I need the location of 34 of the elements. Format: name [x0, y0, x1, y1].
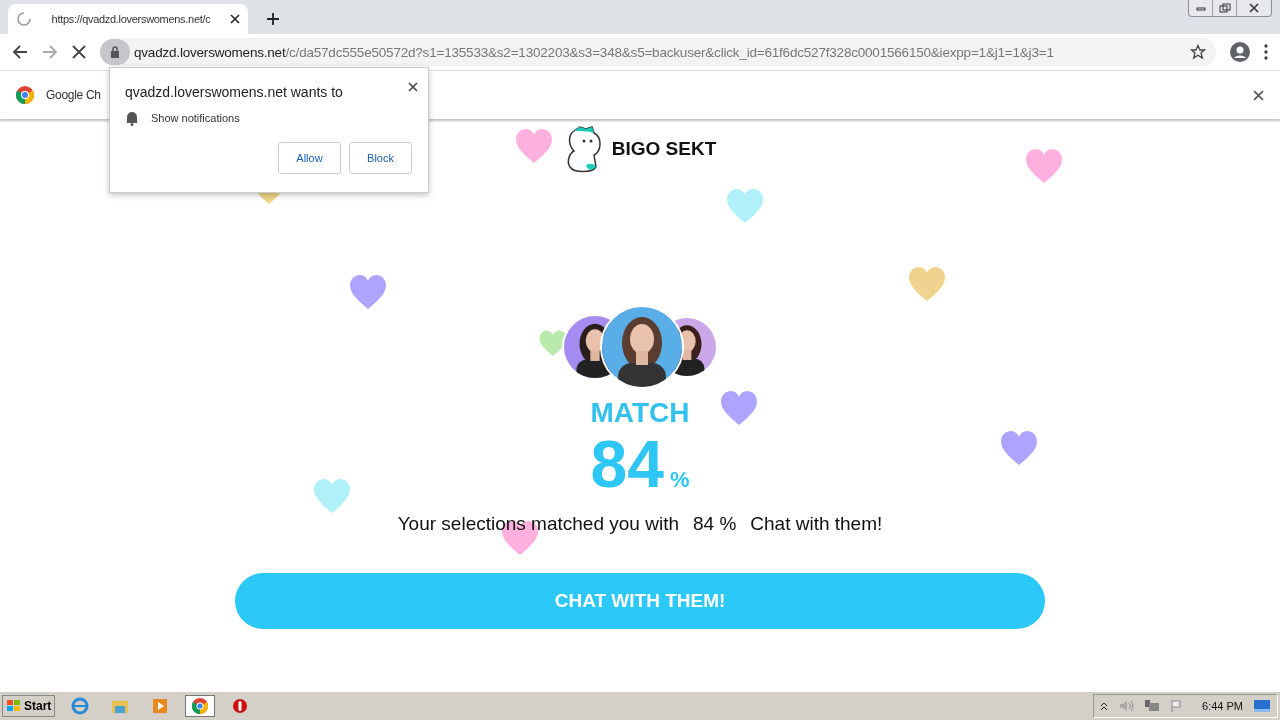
account-icon[interactable]	[1230, 42, 1250, 62]
brand-name: BIGO SEKT	[611, 138, 717, 160]
popup-title: qvadzd.loverswomens.net wants to	[125, 84, 344, 100]
clock: 6:44 PM	[1202, 700, 1243, 712]
percent-sign: %	[669, 467, 690, 493]
chrome-logo-icon	[16, 86, 34, 104]
desktop-icon[interactable]	[1253, 699, 1271, 713]
infobar-text: Google Ch	[46, 88, 101, 102]
new-tab-icon[interactable]	[266, 12, 280, 26]
bell-icon	[125, 110, 139, 126]
tab-title: https://qvadzd.loverswomens.net/c	[51, 13, 211, 25]
match-percent: 84	[590, 429, 664, 499]
browser-tab[interactable]: https://qvadzd.loverswomens.net/c	[8, 4, 248, 34]
block-button[interactable]: Block	[349, 142, 412, 174]
stop-icon[interactable]	[72, 45, 86, 59]
close-icon[interactable]	[230, 14, 240, 24]
lock-icon[interactable]	[100, 39, 130, 65]
url-text: qvadzd.loverswomens.net/c/da57dc555e50572d?s1=135533&s2=1302203&s3=348&s5=backuser&click_id=61f6dc527f328c0001566150&iexpp=1&j1=1&j3=1	[134, 44, 1055, 60]
chrome-taskbar-icon[interactable]	[185, 695, 216, 717]
address-bar[interactable]: qvadzd.loverswomens.net/c/da57dc555e50572d?s1=135533&s2=1302203&s3=348&s5=backuser&click_id=61f6dc527f328c0001566150&iexpp=1&j1=1&j3=1	[100, 38, 1216, 66]
permission-request: Show notifications	[151, 112, 240, 124]
match-sentence: Your selections matched you with	[397, 513, 679, 535]
close-icon[interactable]	[1253, 89, 1264, 101]
menu-icon[interactable]	[1264, 44, 1268, 60]
start-button[interactable]: Start	[2, 695, 56, 717]
back-icon[interactable]	[12, 44, 28, 60]
match-label: MATCH	[590, 397, 690, 429]
match-sentence: 84 %	[693, 513, 737, 535]
network-icon[interactable]	[1144, 699, 1161, 713]
windows-logo-icon	[6, 699, 22, 713]
star-icon[interactable]	[1190, 44, 1206, 60]
match-sentence: Chat with them!	[750, 513, 883, 535]
allow-button[interactable]: Allow	[278, 142, 341, 174]
chevron-up-icon[interactable]	[1100, 701, 1109, 711]
